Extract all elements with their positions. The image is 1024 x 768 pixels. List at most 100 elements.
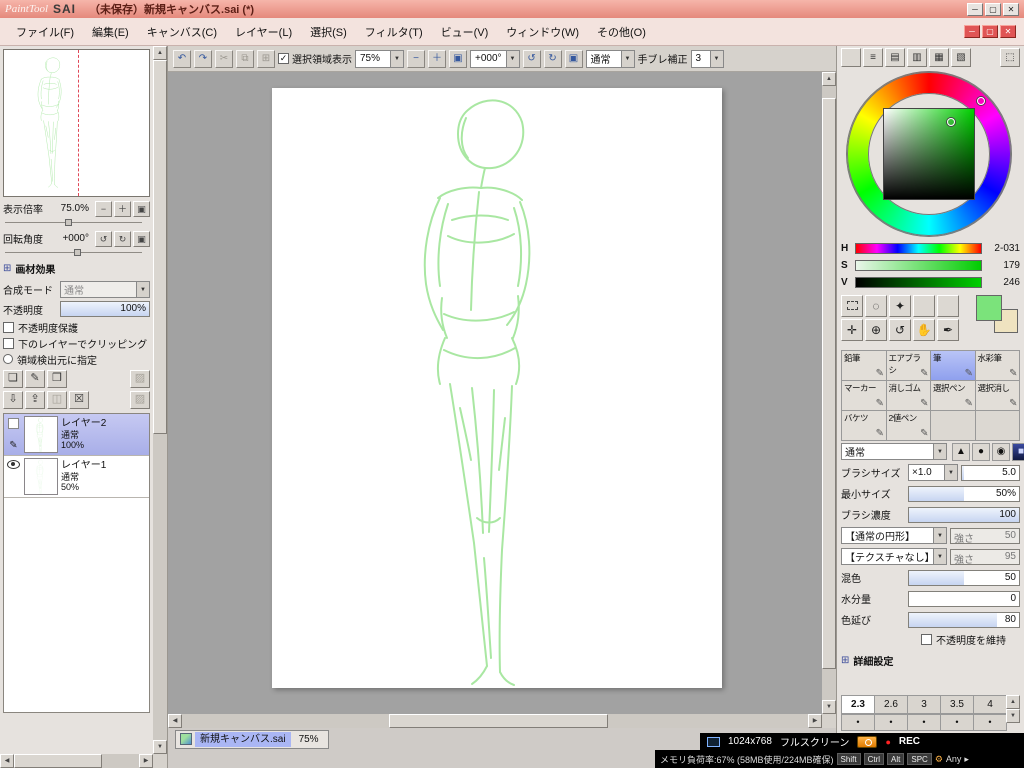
expand-box-icon[interactable]: ⊞ [3,263,11,274]
rotate-cw-button[interactable]: ↻ [114,230,131,247]
value-slider[interactable] [855,277,982,288]
zoom-in-button[interactable]: ＋ [428,49,446,68]
preset-slot[interactable]: • [940,714,974,731]
chevron-down-icon[interactable]: ▼ [390,50,403,67]
scroll-left-icon[interactable]: ◀ [168,714,182,728]
drawing-canvas[interactable] [272,88,722,688]
tool-slot-empty[interactable] [931,411,976,441]
move-tool[interactable]: ✛ [841,319,863,341]
rotation-slider[interactable] [5,249,142,256]
lasso-tool[interactable]: ◌ [865,295,887,317]
new-layer-icon[interactable]: ❏ [3,370,23,388]
stabilizer-combo[interactable]: 3 ▼ [690,49,724,68]
chevron-down-icon[interactable]: ▼ [505,50,519,67]
eye-icon[interactable] [7,460,20,469]
tool-brush[interactable]: 筆 ✎ [931,351,976,381]
keep-opacity-checkbox[interactable] [921,633,932,645]
tool-slot-empty[interactable] [913,295,935,317]
clipping-checkbox[interactable] [3,337,14,349]
left-panel-vertical-scrollbar[interactable]: ▲ ▼ [153,46,167,754]
preset-slot[interactable]: • [841,714,875,731]
menu-others[interactable]: その他(O) [589,22,654,42]
rotation-combo[interactable]: +000° ▼ [470,49,520,68]
zoom-in-button[interactable]: ＋ [114,200,131,217]
brush-tip-circle-icon[interactable]: ● [972,442,990,461]
layer-effect-icon[interactable]: ▨ [130,391,150,409]
merge-down-icon[interactable]: ⇪ [25,391,45,409]
expand-box-icon[interactable]: ⊞ [841,655,849,666]
selection-view-checkbox[interactable]: ✓ [278,53,289,64]
eyedropper-tool[interactable]: ✒ [937,319,959,341]
custom-tab[interactable]: ▧ [951,48,971,67]
color-stretch-slider[interactable]: 80 [908,611,1020,628]
cut-button[interactable]: ✂ [215,49,233,68]
screenshot-camera-button[interactable] [857,735,878,748]
child-maximize-icon[interactable]: ▢ [982,25,998,38]
undo-button[interactable]: ↶ [173,49,191,68]
rotation-slider-thumb[interactable] [73,249,81,256]
texture-strength-slider[interactable]: 強さ 95 [950,548,1020,566]
brush-tip-square-icon[interactable]: ■ [1012,442,1024,461]
tool-binary-pen[interactable]: 2値ペン ✎ [886,411,931,441]
preset-slot[interactable]: • [973,714,1007,731]
document-tab[interactable]: 新規キャンバス.sai 75% [175,729,329,749]
tool-slot-empty[interactable] [975,411,1020,441]
saturation-value-box[interactable] [883,108,975,200]
zoom-slider[interactable] [5,219,142,226]
blend-slider[interactable]: 50 [908,569,1020,586]
advanced-settings-header[interactable]: ⊞ 詳細設定 [841,653,1020,668]
zoom-slider-thumb[interactable] [65,219,73,226]
hue-slider[interactable] [855,243,982,254]
menu-file[interactable]: ファイル(F) [8,22,82,42]
preset-scroll[interactable]: ▲ ▼ [1006,695,1020,731]
tool-marker[interactable]: マーカー ✎ [842,381,887,411]
new-layer-folder-icon[interactable]: ❒ [47,370,67,388]
rotate-ccw-button[interactable]: ↺ [95,230,112,247]
scratchpad-tab[interactable]: ▦ [929,48,949,67]
scroll-up-icon[interactable]: ▲ [153,46,167,60]
layer-row-2[interactable]: ✎ レイヤー2 通常 100% [4,414,149,456]
tool-slot-empty[interactable] [937,295,959,317]
menu-view[interactable]: ビュー(V) [433,22,497,42]
panel-extra-tab[interactable]: ⬚ [1000,48,1020,67]
transfer-down-icon[interactable]: ⇩ [3,391,23,409]
scroll-up-icon[interactable]: ▲ [1006,695,1020,709]
preset-slot[interactable]: • [907,714,941,731]
preset-size[interactable]: 3 [907,695,941,714]
layer-mask-icon[interactable]: ▨ [130,370,150,388]
tool-select-pen[interactable]: 選択ペン ✎ [931,381,976,411]
magic-wand-tool[interactable]: ✦ [889,295,911,317]
paste-button[interactable]: ⊞ [257,49,275,68]
brush-shape-select[interactable]: 【通常の円形】 ▼ [841,527,947,544]
saturation-slider[interactable] [855,260,982,271]
preset-size[interactable]: 2.6 [874,695,908,714]
child-close-icon[interactable]: ✕ [1000,25,1016,38]
zoom-out-button[interactable]: − [95,200,112,217]
hand-tool[interactable]: ✋ [913,319,935,341]
min-size-slider[interactable]: 50% [908,485,1020,502]
menu-select[interactable]: 選択(S) [302,22,355,42]
canvas-vertical-scrollbar[interactable]: ▲ ▼ [822,72,836,714]
layer-thumbnail[interactable] [24,458,58,495]
chevron-down-icon[interactable]: ▼ [933,528,946,543]
scroll-up-icon[interactable]: ▲ [822,72,836,86]
brush-size-slider[interactable]: 5.0 [961,464,1020,481]
scroll-left-icon[interactable]: ◀ [0,754,14,768]
rotate-reset-button[interactable]: ▣ [564,49,583,68]
shape-strength-slider[interactable]: 強さ 50 [950,527,1020,545]
brush-size-unit-select[interactable]: ×1.0 ▼ [908,464,958,481]
tool-pencil[interactable]: 鉛筆 ✎ [842,351,887,381]
brush-mode-select[interactable]: 通常 ▼ [841,443,947,460]
close-icon[interactable]: ✕ [1003,2,1019,16]
scroll-down-icon[interactable]: ▼ [822,700,836,714]
tool-bucket[interactable]: バケツ ✎ [842,411,887,441]
clear-layer-icon[interactable]: ◫ [47,391,67,409]
rect-select-tool[interactable] [841,295,863,317]
color-wheel-tab[interactable] [841,48,861,67]
copy-button[interactable]: ⧉ [236,49,254,68]
scroll-right-icon[interactable]: ▶ [808,714,822,728]
chevron-down-icon[interactable]: ▼ [136,281,149,297]
layer-thumbnail[interactable] [24,416,58,453]
canvas-horizontal-scrollbar[interactable]: ◀ ▶ [168,714,822,728]
material-effect-header[interactable]: ⊞ 画材効果 [3,261,150,276]
